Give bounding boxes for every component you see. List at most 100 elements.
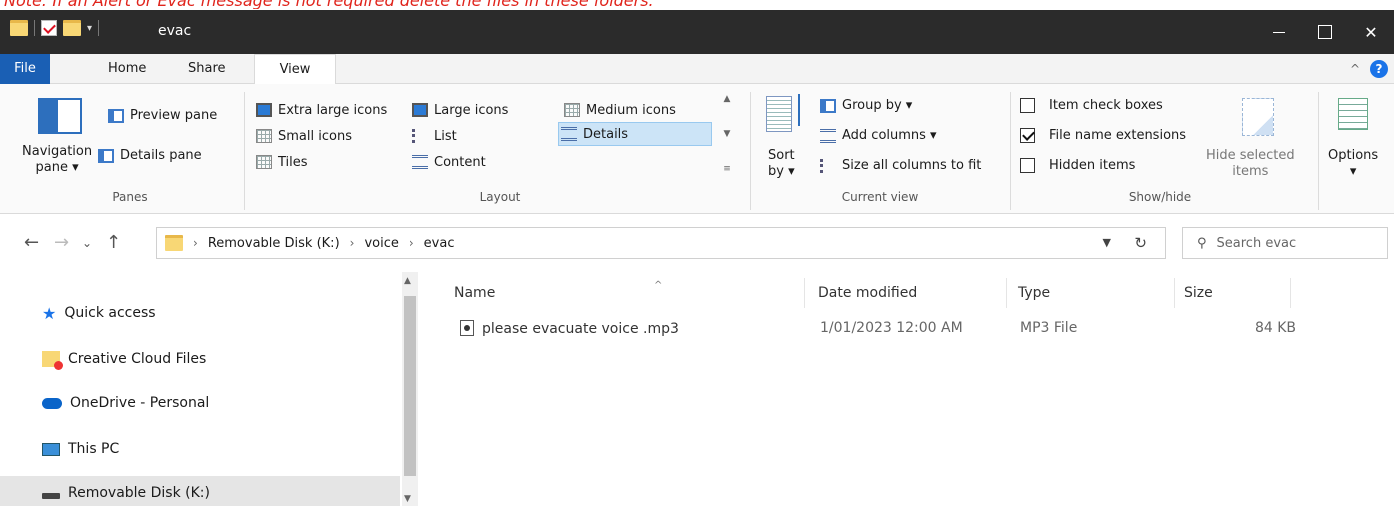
item-check-boxes-option[interactable]: Item check boxes — [1020, 98, 1163, 113]
group-label-panes: Panes — [112, 190, 148, 204]
scrollbar-thumb[interactable] — [404, 296, 416, 476]
breadcrumb-removable-disk[interactable]: Removable Disk (K:) — [208, 236, 340, 251]
group-separator — [244, 92, 245, 210]
layout-details[interactable]: Details — [558, 122, 712, 146]
address-bar[interactable]: › Removable Disk (K:) › voice › evac ▼ ↻ — [156, 227, 1166, 259]
item-check-boxes-checkbox[interactable] — [1020, 98, 1035, 113]
hidden-items-option[interactable]: Hidden items — [1020, 158, 1135, 173]
hide-selected-items-icon[interactable] — [1242, 98, 1274, 136]
layout-small-icons[interactable]: Small icons — [254, 124, 354, 148]
group-separator — [1010, 92, 1011, 210]
navigation-pane-icon[interactable] — [38, 98, 82, 134]
preview-pane-button[interactable]: Preview pane — [108, 108, 217, 123]
column-separator[interactable] — [1006, 278, 1007, 308]
size-all-columns-button[interactable]: Size all columns to fit — [820, 158, 981, 173]
group-by-button[interactable]: Group by ▾ — [820, 98, 912, 113]
column-separator[interactable] — [804, 278, 805, 308]
search-box[interactable]: ⚲ — [1182, 227, 1388, 259]
breadcrumb-voice[interactable]: voice — [364, 236, 398, 251]
column-separator[interactable] — [1174, 278, 1175, 308]
nav-item-creative-cloud[interactable]: Creative Cloud Files — [42, 342, 402, 376]
tab-home[interactable]: Home — [104, 54, 150, 84]
tab-view[interactable]: View — [254, 54, 336, 85]
details-pane-icon — [98, 148, 114, 163]
nav-item-label: Removable Disk (K:) — [68, 485, 210, 501]
file-name-extensions-label: File name extensions — [1049, 128, 1187, 143]
options-button[interactable]: Options ▾ — [1328, 148, 1378, 180]
tab-file[interactable]: File — [0, 54, 50, 84]
hidden-items-checkbox[interactable] — [1020, 158, 1035, 173]
column-header-size[interactable]: Size — [1184, 278, 1284, 308]
refresh-icon[interactable]: ↻ — [1134, 234, 1147, 252]
layout-gallery-scroll[interactable]: ▲ ▼ ≡ — [720, 94, 734, 174]
layout-list[interactable]: List — [410, 124, 459, 148]
window-title: evac — [158, 23, 192, 39]
nav-item-this-pc[interactable]: This PC — [42, 432, 402, 466]
sort-by-button[interactable]: Sort by ▾ — [768, 148, 795, 180]
table-row[interactable]: please evacuate voice .mp3 1/01/2023 12:… — [454, 316, 1354, 342]
layout-content[interactable]: Content — [410, 150, 488, 174]
forward-arrow-icon[interactable]: → — [54, 232, 69, 253]
options-icon[interactable] — [1338, 98, 1368, 130]
large-icons-label: Large icons — [434, 102, 509, 118]
breadcrumb-separator[interactable]: › — [193, 236, 198, 250]
group-by-icon — [820, 98, 836, 113]
minimize-ribbon-chevron-icon[interactable]: ^ — [1350, 62, 1360, 76]
nav-pane-scrollbar[interactable]: ▲ ▼ — [402, 272, 418, 506]
properties-icon[interactable] — [41, 20, 57, 36]
file-name-extensions-option[interactable]: File name extensions — [1020, 128, 1186, 143]
recent-locations-chevron-icon[interactable]: ⌄ — [82, 236, 92, 250]
folder-icon — [165, 235, 183, 251]
navigation-pane-button[interactable]: Navigation pane ▾ — [22, 144, 92, 176]
up-arrow-icon[interactable]: ↑ — [106, 232, 121, 253]
nav-item-quick-access[interactable]: ★ Quick access — [42, 296, 402, 330]
file-size-cell: 84 KB — [1254, 320, 1296, 336]
nav-item-label: OneDrive - Personal — [70, 395, 210, 411]
gallery-more-icon[interactable]: ≡ — [723, 164, 731, 174]
group-label-show-hide: Show/hide — [1128, 190, 1192, 204]
breadcrumb-separator[interactable]: › — [350, 236, 355, 250]
layout-tiles[interactable]: Tiles — [254, 150, 310, 174]
file-name-extensions-checkbox[interactable] — [1020, 128, 1035, 143]
layout-large-icons[interactable]: Large icons — [410, 98, 510, 122]
gallery-up-icon[interactable]: ▲ — [724, 94, 731, 104]
scroll-up-icon[interactable]: ▲ — [404, 276, 411, 286]
details-pane-button[interactable]: Details pane — [98, 148, 202, 163]
nav-item-removable-disk[interactable]: Removable Disk (K:) — [0, 476, 400, 506]
sort-by-icon[interactable] — [766, 96, 792, 132]
gallery-down-icon[interactable]: ▼ — [724, 129, 731, 139]
add-columns-button[interactable]: Add columns ▾ — [820, 128, 937, 143]
breadcrumb-evac[interactable]: evac — [424, 236, 455, 251]
new-folder-icon[interactable] — [63, 20, 81, 36]
breadcrumb-separator[interactable]: › — [409, 236, 414, 250]
hidden-items-label: Hidden items — [1049, 158, 1136, 173]
title-bar: ▾ evac ✕ — [0, 10, 1394, 54]
column-date-label: Date modified — [818, 285, 918, 301]
content-icon — [412, 155, 428, 169]
file-type-cell: MP3 File — [1020, 320, 1078, 336]
layout-extra-large-icons[interactable]: Extra large icons — [254, 98, 389, 122]
column-separator[interactable] — [1290, 278, 1291, 308]
search-input[interactable] — [1216, 235, 1367, 251]
close-button[interactable]: ✕ — [1348, 10, 1394, 54]
add-columns-icon — [820, 128, 836, 143]
star-icon: ★ — [42, 303, 57, 323]
size-all-columns-label: Size all columns to fit — [842, 158, 982, 173]
tab-share[interactable]: Share — [184, 54, 230, 84]
customize-qat-chevron-icon[interactable]: ▾ — [87, 23, 92, 34]
nav-item-onedrive[interactable]: OneDrive - Personal — [42, 386, 402, 420]
help-icon[interactable]: ? — [1370, 60, 1388, 78]
address-dropdown-chevron-icon[interactable]: ▼ — [1103, 236, 1111, 249]
column-header-type[interactable]: Type — [1018, 278, 1168, 308]
add-columns-label: Add columns ▾ — [842, 128, 937, 143]
minimize-button[interactable] — [1256, 10, 1302, 54]
maximize-button[interactable] — [1302, 10, 1348, 54]
scroll-down-icon[interactable]: ▼ — [404, 494, 411, 504]
qat-separator — [98, 20, 100, 36]
layout-medium-icons[interactable]: Medium icons — [562, 98, 678, 122]
hide-selected-items-button[interactable]: Hide selected items — [1206, 148, 1295, 180]
back-arrow-icon[interactable]: ← — [24, 232, 39, 253]
window-controls: ✕ — [1256, 10, 1394, 54]
column-header-name[interactable]: Name ^ — [454, 278, 794, 308]
column-header-date-modified[interactable]: Date modified — [818, 278, 998, 308]
